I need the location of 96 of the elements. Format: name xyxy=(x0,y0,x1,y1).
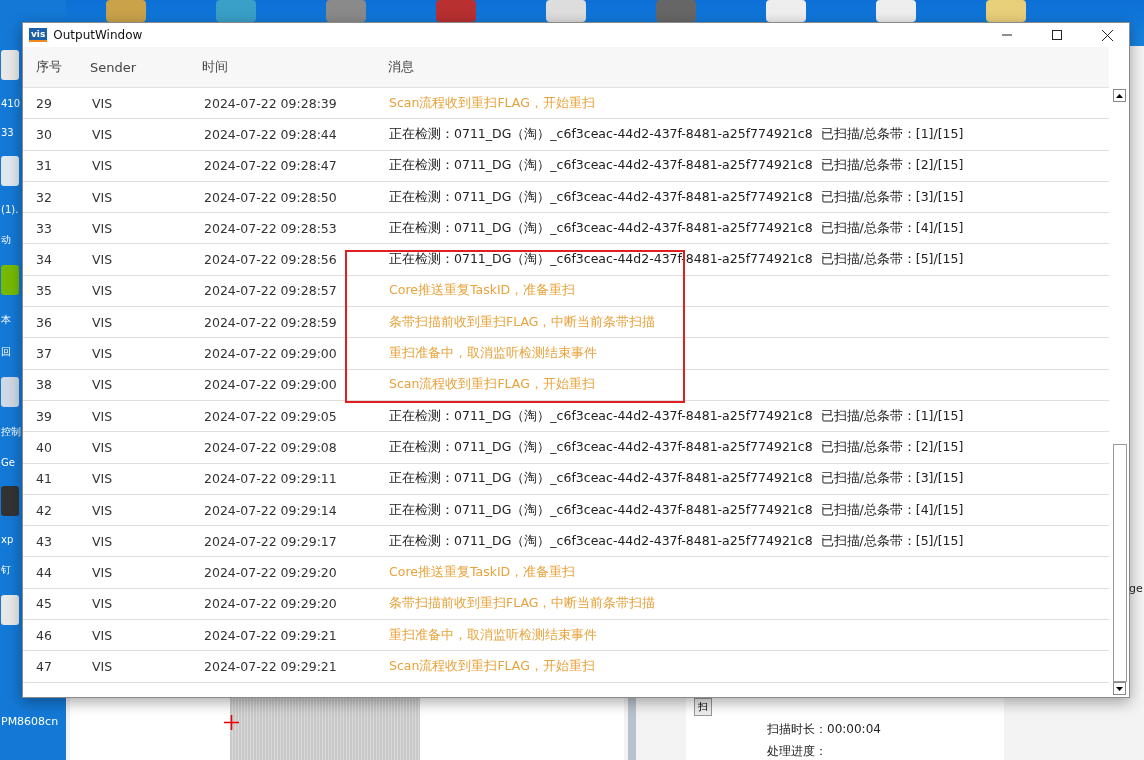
message-cell-text: 重扫准备中，取消监听检测结束事件 xyxy=(389,626,598,644)
sender-cell-text: VIS xyxy=(92,377,114,393)
index-cell-text: 43 xyxy=(36,533,53,549)
sender-cell-text: VIS xyxy=(92,565,114,581)
message-cell-text: 正在检测：0711_DG（淘）_c6f3ceac-44d2-437f-8481-a25f774921c8 已扫描/总条带：[2]/[15] xyxy=(389,438,965,456)
desktop-icon-label: 410 xyxy=(1,98,21,109)
desktop-icon-label: (1). xyxy=(1,204,19,215)
app-logo: vis xyxy=(29,28,48,42)
desktop-icon-label: 动 xyxy=(1,233,11,247)
sender-cell-text: VIS xyxy=(92,158,114,174)
message-cell-text: Scan流程收到重扫FLAG，开始重扫 xyxy=(389,94,596,112)
time-cell-text: 2024-07-22 09:28:59 xyxy=(204,314,338,330)
column-header[interactable]: 序号 xyxy=(36,58,90,76)
message-cell-text: 正在检测：0711_DG（淘）_c6f3ceac-44d2-437f-8481-a25f774921c8 已扫描/总条带：[5]/[15] xyxy=(389,532,965,550)
column-header[interactable]: 时间 xyxy=(202,58,388,76)
message-cell-text: 正在检测：0711_DG（淘）_c6f3ceac-44d2-437f-8481-a25f774921c8 已扫描/总条带：[1]/[15] xyxy=(389,125,965,143)
message-cell-text: Scan流程收到重扫FLAG，开始重扫 xyxy=(389,376,596,394)
index-cell-text: 39 xyxy=(36,408,53,424)
index-cell-text: 46 xyxy=(36,627,53,643)
time-cell-text: 2024-07-22 09:29:21 xyxy=(204,627,338,643)
sender-cell-text: VIS xyxy=(92,439,114,455)
time-cell-text: 2024-07-22 09:29:11 xyxy=(204,471,338,487)
message-cell-text: Core推送重复TaskID，准备重扫 xyxy=(389,282,577,300)
index-cell-text: 40 xyxy=(36,439,53,455)
desktop-icon-label: PM8608cn xyxy=(1,715,59,728)
sender-cell-text: VIS xyxy=(92,95,114,111)
index-cell-text: 37 xyxy=(36,346,53,361)
message-cell-text: Core推送重复TaskID，准备重扫 xyxy=(389,564,577,582)
message-cell-text: 条带扫描前收到重扫FLAG，中断当前条带扫描 xyxy=(389,313,657,331)
side-text: ge xyxy=(1129,582,1143,595)
time-cell-text: 2024-07-22 09:29:00 xyxy=(204,346,338,361)
index-cell-text: 47 xyxy=(36,659,53,674)
time-cell-text: 2024-07-22 09:28:53 xyxy=(204,220,338,236)
sender-cell-text: VIS xyxy=(92,627,114,643)
index-cell-text: 33 xyxy=(36,220,53,236)
desktop-icon-label: xp xyxy=(1,534,14,545)
column-header[interactable]: 消息 xyxy=(388,58,1109,76)
sender-cell-text: VIS xyxy=(92,502,114,518)
message-cell-text: Scan流程收到重扫FLAG，开始重扫 xyxy=(389,658,596,675)
desktop-icon-label: 回 xyxy=(1,345,11,359)
index-cell-text: 34 xyxy=(36,252,53,268)
index-cell-text: 35 xyxy=(36,283,53,299)
sender-cell-text: VIS xyxy=(92,408,114,424)
time-cell-text: 2024-07-22 09:28:39 xyxy=(204,95,338,111)
desktop-icon-label: 本 xyxy=(1,313,11,327)
desktop-icon-label: 钉 xyxy=(1,563,11,577)
index-cell-text: 32 xyxy=(36,189,53,205)
time-cell-text: 2024-07-22 09:29:08 xyxy=(204,439,338,455)
desktop-icon-label: 控制 xyxy=(1,425,21,439)
time-cell-text: 2024-07-22 09:29:17 xyxy=(204,533,338,549)
index-cell-text: 29 xyxy=(36,95,53,111)
message-cell-text: 条带扫描前收到重扫FLAG，中断当前条带扫描 xyxy=(389,595,657,613)
scan-button[interactable]: 扫 xyxy=(694,698,712,716)
message-cell-text: 正在检测：0711_DG（淘）_c6f3ceac-44d2-437f-8481-a25f774921c8 已扫描/总条带：[2]/[15] xyxy=(389,157,965,175)
time-cell-text: 2024-07-22 09:29:05 xyxy=(204,408,338,424)
sender-cell-text: VIS xyxy=(92,283,114,299)
sender-cell-text: VIS xyxy=(92,220,114,236)
message-cell-text: 正在检测：0711_DG（淘）_c6f3ceac-44d2-437f-8481-a25f774921c8 已扫描/总条带：[4]/[15] xyxy=(389,219,965,237)
index-cell-text: 41 xyxy=(36,471,53,487)
time-cell-text: 2024-07-22 09:29:14 xyxy=(204,502,338,518)
index-cell-text: 45 xyxy=(36,596,53,612)
sender-cell-text: VIS xyxy=(92,533,114,549)
time-cell-text: 2024-07-22 09:29:20 xyxy=(204,565,338,581)
time-cell-text: 2024-07-22 09:28:50 xyxy=(204,189,338,205)
message-cell-text: 正在检测：0711_DG（淘）_c6f3ceac-44d2-437f-8481-a25f774921c8 已扫描/总条带：[4]/[15] xyxy=(389,501,965,519)
window-title: OutputWindow xyxy=(53,28,143,42)
desktop-icon-label: Ge xyxy=(1,457,15,468)
progress-label: 处理进度： xyxy=(767,743,828,760)
message-cell-text: 正在检测：0711_DG（淘）_c6f3ceac-44d2-437f-8481-a25f774921c8 已扫描/总条带：[3]/[15] xyxy=(389,188,965,206)
message-cell-text: 正在检测：0711_DG（淘）_c6f3ceac-44d2-437f-8481-a25f774921c8 已扫描/总条带：[1]/[15] xyxy=(389,407,965,425)
time-cell-text: 2024-07-22 09:29:21 xyxy=(204,659,338,674)
column-header[interactable]: Sender xyxy=(90,59,202,75)
sender-cell-text: VIS xyxy=(92,252,114,268)
time-cell-text: 2024-07-22 09:29:20 xyxy=(204,596,338,612)
time-cell-text: 2024-07-22 09:28:56 xyxy=(204,252,338,268)
time-cell-text: 2024-07-22 09:29:00 xyxy=(204,377,338,393)
index-cell-text: 31 xyxy=(36,158,53,174)
desktop-icon-label: 33 xyxy=(1,127,14,138)
index-cell-text: 36 xyxy=(36,314,53,330)
time-cell-text: 2024-07-22 09:28:57 xyxy=(204,283,338,299)
duration-label: 扫描时长：00:00:04 xyxy=(767,721,882,738)
index-cell-text: 42 xyxy=(36,502,53,518)
message-cell-text: 重扫准备中，取消监听检测结束事件 xyxy=(389,345,598,362)
sender-cell-text: VIS xyxy=(92,346,114,361)
sender-cell-text: VIS xyxy=(92,659,114,674)
sender-cell-text: VIS xyxy=(92,189,114,205)
time-cell-text: 2024-07-22 09:28:44 xyxy=(204,126,338,142)
index-cell-text: 30 xyxy=(36,126,53,142)
sender-cell-text: VIS xyxy=(92,596,114,612)
index-cell-text: 38 xyxy=(36,377,53,393)
sender-cell-text: VIS xyxy=(92,471,114,487)
index-cell-text: 44 xyxy=(36,565,53,581)
sender-cell-text: VIS xyxy=(92,126,114,142)
message-cell-text: 正在检测：0711_DG（淘）_c6f3ceac-44d2-437f-8481-a25f774921c8 已扫描/总条带：[3]/[15] xyxy=(389,470,965,488)
time-cell-text: 2024-07-22 09:28:47 xyxy=(204,158,338,174)
sender-cell-text: VIS xyxy=(92,314,114,330)
